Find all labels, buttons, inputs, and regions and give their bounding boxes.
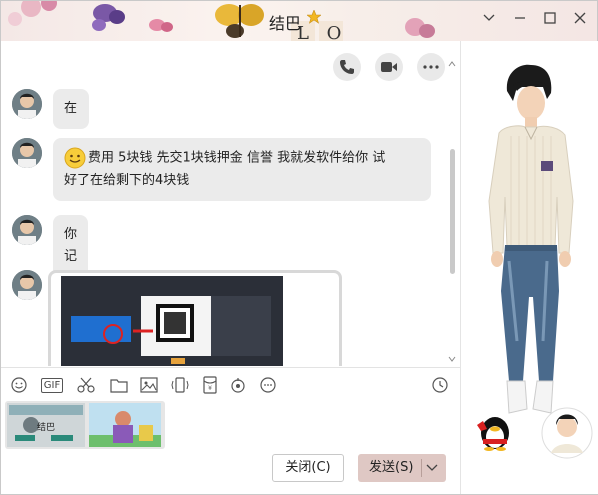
message-text: 在 (64, 101, 78, 116)
send-label: 发送(S) (369, 460, 414, 475)
shake-icon[interactable] (171, 376, 189, 394)
collapse-icon[interactable] (479, 11, 499, 31)
svg-text:¥: ¥ (208, 385, 212, 392)
gif-icon[interactable]: GIF (40, 376, 64, 394)
close-button[interactable]: 关闭(C) (272, 454, 344, 482)
message-bubble[interactable]: 在 (53, 89, 89, 129)
more-options-button[interactable] (417, 53, 445, 81)
star-badge-icon (307, 10, 321, 24)
scroll-up-icon[interactable] (448, 61, 456, 67)
red-packet-icon[interactable]: ¥ (201, 376, 219, 394)
image-icon[interactable] (140, 376, 158, 394)
ellipsis-icon (423, 65, 439, 69)
close-button[interactable] (570, 11, 590, 31)
video-call-button[interactable] (375, 53, 403, 81)
message-text-line1: 费用 5块钱 先交1块钱押金 信誉 我就发软件给你 试 (88, 150, 386, 166)
title-bar: 结巴 L O (1, 1, 597, 41)
title-decor-letters: L O (297, 23, 348, 41)
input-toolbar: GIF ¥ (1, 367, 460, 402)
message-bubble[interactable]: 费用 5块钱 先交1块钱押金 信誉 我就发软件给你 试 好了在给剩下的4块钱 (53, 138, 431, 201)
history-icon[interactable] (431, 376, 449, 394)
profile-show-panel (460, 41, 598, 494)
smiley-emoji-icon (64, 147, 86, 169)
input-preview-images[interactable]: 结巴 (5, 401, 165, 449)
music-icon[interactable] (229, 376, 247, 394)
send-divider (421, 459, 422, 477)
voice-call-button[interactable] (333, 53, 361, 81)
chat-window: 结巴 L O 在 费用 5块钱 先交1块钱押金 信誉 我就发软件给你 试 好了在… (0, 0, 598, 495)
screenshot-thumbnail (61, 276, 283, 366)
send-button[interactable]: 发送(S) (358, 454, 446, 482)
chevron-down-icon[interactable] (426, 464, 438, 472)
avatar-character-illustration (477, 64, 593, 459)
thumbnail-caption: 结巴 (37, 423, 56, 433)
folder-icon[interactable] (110, 376, 128, 394)
maximize-button[interactable] (540, 11, 560, 31)
scrollbar-thumb[interactable] (450, 149, 455, 274)
image-message[interactable] (48, 270, 342, 366)
phone-icon (340, 60, 354, 74)
more-icon[interactable] (259, 376, 277, 394)
avatar[interactable] (12, 89, 42, 119)
avatar[interactable] (12, 138, 42, 168)
scroll-down-icon[interactable] (448, 356, 456, 362)
smiley-icon[interactable] (10, 376, 28, 394)
video-camera-icon (381, 62, 397, 72)
message-area[interactable]: 在 费用 5块钱 先交1块钱押金 信誉 我就发软件给你 试 好了在给剩下的4块钱… (1, 41, 460, 366)
pasted-images (7, 403, 161, 447)
minimize-button[interactable] (510, 11, 530, 31)
message-text-line2: 好了在给剩下的4块钱 (64, 172, 190, 188)
scissors-icon[interactable] (77, 376, 95, 394)
avatar[interactable] (12, 270, 42, 300)
avatar[interactable] (12, 215, 42, 245)
